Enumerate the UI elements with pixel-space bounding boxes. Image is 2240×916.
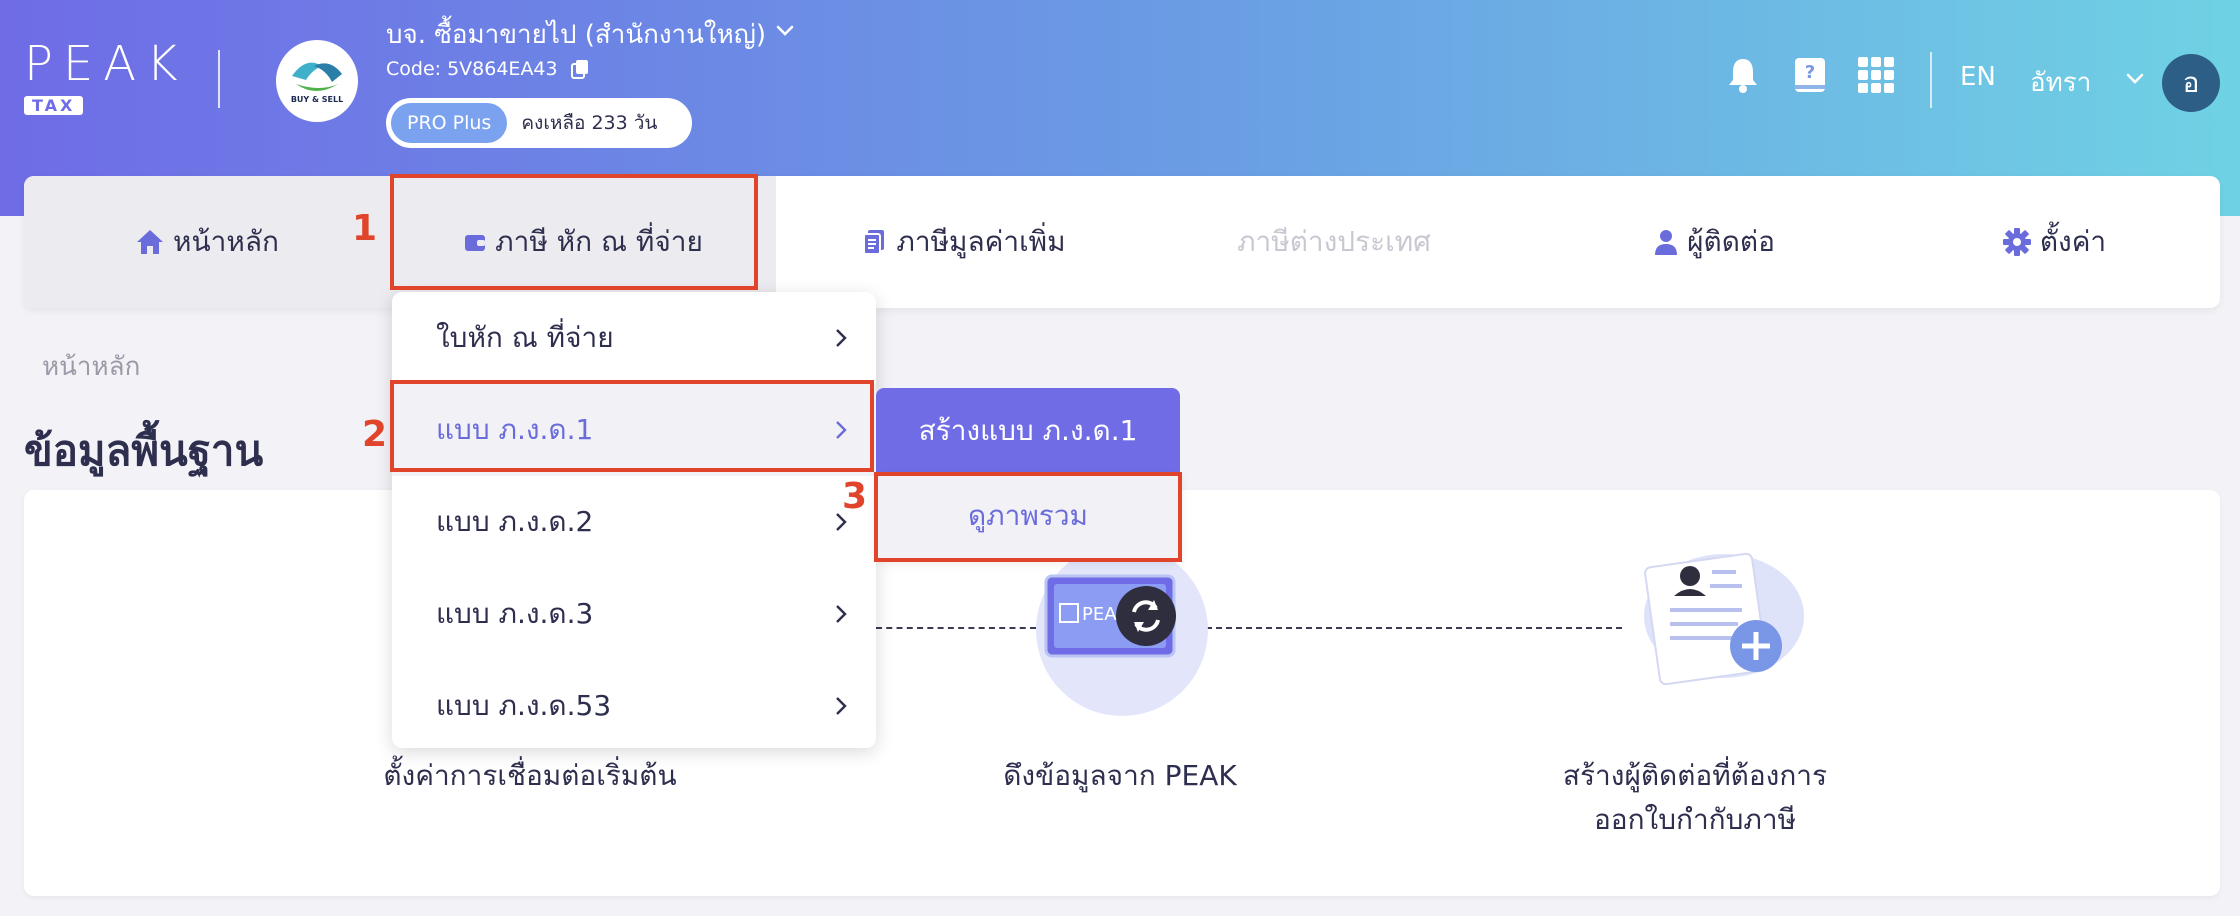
chevron-right-icon <box>836 421 847 439</box>
chevron-right-icon <box>836 329 847 347</box>
step-1-label: ตั้งค่าการเชื่อมต่อเริ่มต้น <box>383 759 677 792</box>
page-title: ข้อมูลพื้นฐาน <box>24 426 264 475</box>
dropdown-item-pnd53[interactable]: แบบ ภ.ง.ด.53 <box>392 660 876 752</box>
plan-days-remaining: คงเหลือ 233 วัน <box>521 112 658 134</box>
step-3-label-line2: ออกใบกำกับภาษี <box>1593 803 1797 836</box>
nav-vat[interactable]: ภาษีมูลค่าเพิ่ม <box>814 176 1114 308</box>
step-3-label-line1: สร้างผู้ติดต่อที่ต้องการ <box>1562 759 1828 792</box>
annotation-number-1: 1 <box>352 208 378 249</box>
svg-text:?: ? <box>1805 62 1815 83</box>
chevron-right-icon <box>836 605 847 623</box>
chevron-right-icon <box>836 697 847 715</box>
annotation-number-3: 3 <box>842 476 868 517</box>
plan-pill: PRO Plus คงเหลือ 233 วัน <box>386 98 692 148</box>
nav-foreign-label: ภาษีต่างประเทศ <box>1237 225 1431 258</box>
logo-word: PEAK <box>24 36 188 92</box>
nav-home[interactable]: หน้าหลัก <box>24 176 390 308</box>
apps-grid-icon[interactable] <box>1856 55 1896 95</box>
header-separator <box>1930 52 1932 108</box>
peak-tax-logo[interactable]: PEAK TAX <box>24 40 188 115</box>
chevron-down-icon[interactable] <box>2124 68 2146 90</box>
company-code: Code: 5V864EA43 <box>386 58 558 80</box>
overview-button[interactable]: ดูภาพรวม <box>876 474 1180 558</box>
logo-divider <box>218 50 220 108</box>
dropdown-item-pnd2[interactable]: แบบ ภ.ง.ด.2 <box>392 476 876 568</box>
step-2-label: ดึงข้อมูลจาก PEAK <box>1003 759 1237 792</box>
nav-contacts-label: ผู้ติดต่อ <box>1687 225 1775 258</box>
nav-withholding-label: ภาษี หัก ณ ที่จ่าย <box>495 225 703 258</box>
nav-settings-label: ตั้งค่า <box>2039 225 2107 258</box>
step-connector <box>1206 627 1622 629</box>
help-book-icon[interactable]: ? <box>1790 55 1830 95</box>
plan-badge: PRO Plus <box>391 103 508 143</box>
gear-icon <box>2002 228 2031 256</box>
dropdown-item-label: แบบ ภ.ง.ด.3 <box>436 597 594 630</box>
create-contact-illustration <box>1644 552 1804 686</box>
annotation-number-2: 2 <box>362 414 388 455</box>
dropdown-item-label: แบบ ภ.ง.ด.2 <box>436 505 594 538</box>
nav-vat-label: ภาษีมูลค่าเพิ่ม <box>896 225 1066 258</box>
bell-icon[interactable] <box>1723 55 1763 95</box>
company-logo: BUY & SELL <box>276 40 358 122</box>
dropdown-item-label: แบบ ภ.ง.ด.53 <box>436 689 612 722</box>
copy-icon[interactable] <box>570 58 590 80</box>
language-switch[interactable]: EN <box>1960 62 1996 92</box>
nav-home-label: หน้าหลัก <box>173 225 279 258</box>
dropdown-item-certificate[interactable]: ใบหัก ณ ที่จ่าย <box>392 292 876 384</box>
chevron-down-icon[interactable] <box>774 20 796 42</box>
nav-foreign-tax: ภาษีต่างประเทศ <box>1184 176 1484 308</box>
document-icon <box>863 230 885 255</box>
nav-withholding-tax[interactable]: ภาษี หัก ณ ที่จ่าย <box>390 176 776 308</box>
nav-settings[interactable]: ตั้งค่า <box>1924 176 2184 308</box>
dropdown-item-label: แบบ ภ.ง.ด.1 <box>436 413 594 446</box>
create-pnd1-button[interactable]: สร้างแบบ ภ.ง.ด.1 <box>876 388 1180 474</box>
dropdown-item-pnd1[interactable]: แบบ ภ.ง.ด.1 <box>392 384 876 476</box>
breadcrumb[interactable]: หน้าหลัก <box>42 346 140 387</box>
withholding-tax-dropdown: ใบหัก ณ ที่จ่าย แบบ ภ.ง.ด.1 แบบ ภ.ง.ด.2 … <box>392 292 876 748</box>
dropdown-item-label: ใบหัก ณ ที่จ่าย <box>436 321 614 354</box>
logo-sub: TAX <box>24 96 84 115</box>
wallet-icon <box>465 235 486 251</box>
home-icon <box>137 230 164 254</box>
user-name[interactable]: อัทรา <box>2030 62 2091 103</box>
company-name[interactable]: บจ. ซื้อมาขายไป (สำนักงานใหญ่) <box>386 14 766 55</box>
avatar[interactable]: อ <box>2162 54 2220 112</box>
dropdown-item-pnd3[interactable]: แบบ ภ.ง.ด.3 <box>392 568 876 660</box>
user-icon <box>1655 230 1678 255</box>
company-logo-text: BUY & SELL <box>291 95 343 104</box>
nav-contacts[interactable]: ผู้ติดต่อ <box>1584 176 1844 308</box>
step-connector <box>876 627 1036 629</box>
peak-sync-illustration: PEAK <box>1036 544 1208 716</box>
